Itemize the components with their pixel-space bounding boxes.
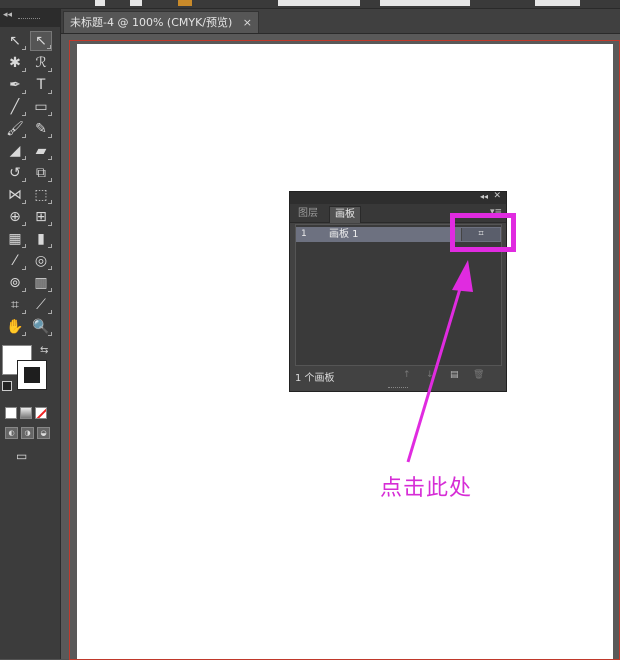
arrow-head [452, 260, 473, 292]
arrow-shaft [406, 281, 464, 463]
annotation-arrow [406, 260, 473, 463]
annotation-text: 点击此处 [380, 476, 473, 501]
